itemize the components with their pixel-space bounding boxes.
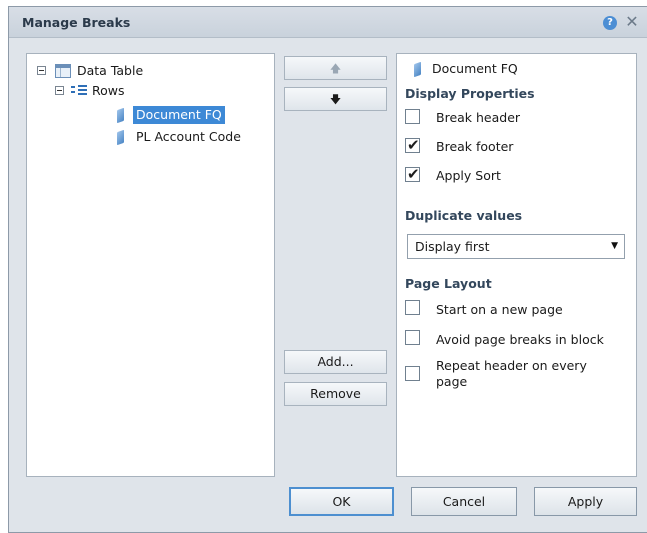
- break-footer-label: Break footer: [436, 139, 514, 154]
- manage-breaks-dialog: Manage Breaks ? ✕ Data Table Rows Docume…: [8, 6, 647, 533]
- tree-node-document-fq[interactable]: Document FQ: [117, 106, 247, 124]
- checkmark-icon: ✔: [407, 136, 420, 154]
- break-footer-option[interactable]: ✔ Break footer: [405, 136, 625, 156]
- selected-break-label: Document FQ: [432, 61, 518, 76]
- dropdown-arrow-icon: ▼: [611, 241, 618, 251]
- apply-sort-option[interactable]: ✔ Apply Sort: [405, 165, 625, 185]
- start-new-page-label: Start on a new page: [436, 302, 563, 317]
- start-new-page-checkbox[interactable]: [405, 300, 420, 315]
- collapse-icon[interactable]: [37, 66, 46, 75]
- duplicate-values-select[interactable]: Display first ▼: [407, 234, 625, 259]
- page-layout-title: Page Layout: [405, 276, 492, 291]
- duplicate-values-title: Duplicate values: [405, 208, 523, 223]
- checkmark-icon: ✔: [407, 165, 420, 183]
- dimension-icon: [117, 129, 124, 146]
- arrow-up-icon: 🡅: [329, 62, 342, 75]
- apply-sort-label: Apply Sort: [436, 168, 501, 183]
- rows-icon: [71, 84, 87, 98]
- duplicate-values-selected: Display first: [415, 239, 490, 254]
- avoid-page-breaks-label: Avoid page breaks in block: [436, 332, 604, 347]
- display-properties-title: Display Properties: [405, 86, 535, 101]
- avoid-page-breaks-option[interactable]: Avoid page breaks in block: [405, 330, 633, 348]
- move-up-button[interactable]: 🡅: [284, 56, 387, 80]
- dimension-icon: [117, 107, 124, 124]
- collapse-icon[interactable]: [55, 86, 64, 95]
- tree-node-rows[interactable]: Rows: [55, 82, 255, 100]
- cancel-button[interactable]: Cancel: [411, 487, 517, 516]
- tree-node-pl-account-code[interactable]: PL Account Code: [117, 128, 267, 146]
- add-button[interactable]: Add...: [284, 350, 387, 374]
- break-header-checkbox[interactable]: [405, 109, 420, 124]
- repeat-header-option[interactable]: Repeat header on every page: [405, 356, 633, 392]
- tree-label-pl-account-code: PL Account Code: [136, 129, 241, 144]
- break-properties-panel: Document FQ Display Properties Break hea…: [396, 53, 637, 477]
- apply-sort-checkbox[interactable]: ✔: [405, 165, 420, 183]
- breaks-tree-panel: Data Table Rows Document FQ PL Account C…: [26, 53, 275, 477]
- arrow-down-icon: 🡇: [329, 93, 342, 106]
- dialog-title: Manage Breaks: [22, 15, 131, 30]
- table-icon: [55, 64, 71, 78]
- dimension-icon: [414, 61, 421, 78]
- close-icon[interactable]: ✕: [623, 12, 641, 32]
- start-new-page-option[interactable]: Start on a new page: [405, 300, 630, 318]
- repeat-header-checkbox[interactable]: [405, 366, 420, 381]
- break-header-label: Break header: [436, 110, 521, 125]
- repeat-header-label-line1: Repeat header on every: [436, 358, 587, 373]
- tree-label-rows: Rows: [92, 83, 125, 98]
- tree-label-document-fq: Document FQ: [133, 106, 225, 124]
- repeat-header-label-line2: page: [436, 374, 468, 389]
- tree-label-data-table: Data Table: [77, 63, 144, 78]
- move-down-button[interactable]: 🡇: [284, 87, 387, 111]
- tree-node-data-table[interactable]: Data Table: [37, 62, 257, 80]
- remove-button[interactable]: Remove: [284, 382, 387, 406]
- title-bar: Manage Breaks ? ✕: [9, 7, 647, 38]
- help-icon[interactable]: ?: [603, 16, 617, 30]
- break-footer-checkbox[interactable]: ✔: [405, 136, 420, 154]
- apply-button[interactable]: Apply: [534, 487, 637, 516]
- avoid-page-breaks-checkbox[interactable]: [405, 330, 420, 345]
- ok-button[interactable]: OK: [289, 487, 394, 516]
- break-header-option[interactable]: Break header: [405, 109, 625, 127]
